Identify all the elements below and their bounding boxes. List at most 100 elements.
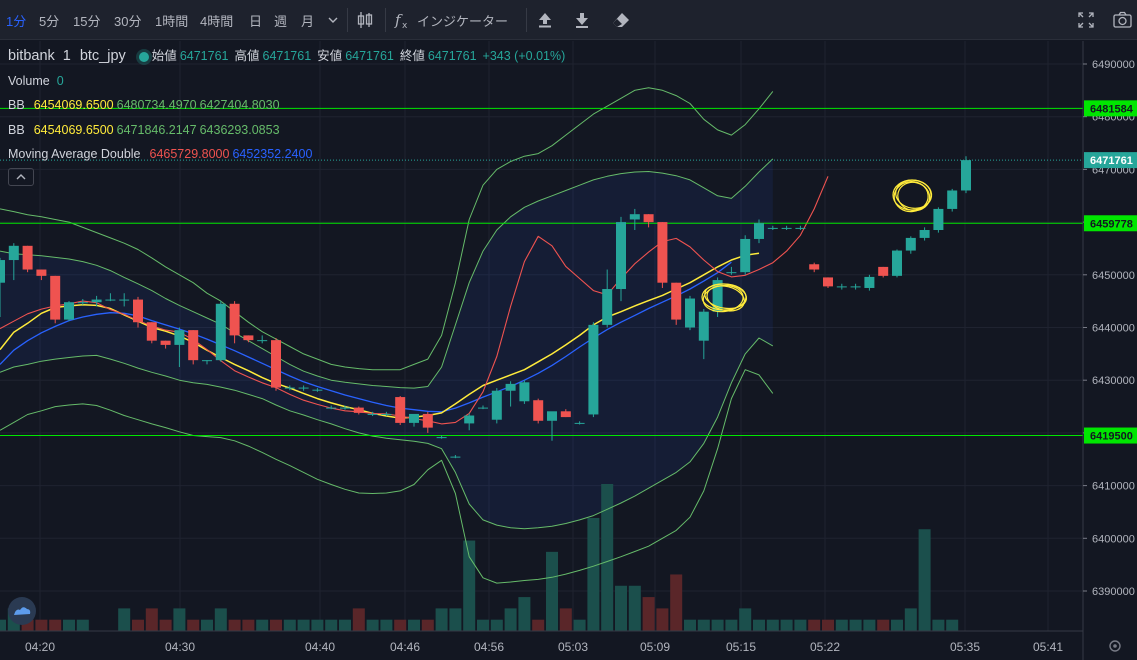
candle-body <box>422 413 433 428</box>
volume-bar <box>711 619 724 631</box>
interval-week[interactable]: 週 <box>274 11 287 30</box>
candle-body <box>409 413 419 423</box>
chevron-down-icon[interactable] <box>323 10 343 30</box>
bb2-basis-value: 6454069.6500 <box>33 122 114 137</box>
candles-icon[interactable] <box>355 10 375 30</box>
volume-bar <box>932 619 945 631</box>
candle-body <box>312 389 323 391</box>
candle-body <box>588 324 599 415</box>
time-tick-label: 05:35 <box>950 640 980 654</box>
price-marker-label: 6419500 <box>1090 431 1133 443</box>
candle-body <box>284 387 295 389</box>
volume-bar <box>366 619 379 631</box>
upload-icon[interactable] <box>535 10 555 30</box>
indicators-button[interactable]: インジケーター <box>417 11 508 30</box>
candle-body <box>8 245 19 261</box>
time-tick-label: 04:30 <box>165 640 195 654</box>
ma-row[interactable]: Moving Average Double 6465729.8000 6452352… <box>8 145 568 170</box>
candle-body <box>395 397 406 423</box>
interval-5m[interactable]: 5分 <box>39 11 59 30</box>
candle-body <box>188 330 199 361</box>
volume-bar <box>256 619 269 631</box>
candle-body <box>119 299 130 301</box>
exchange-name[interactable]: bitbank <box>8 48 55 64</box>
price-tick-label: 6450000 <box>1092 270 1135 282</box>
gear-hub <box>1113 644 1117 648</box>
low-value: 6471761 <box>345 49 394 63</box>
volume-bar <box>615 585 627 631</box>
fullscreen-icon[interactable] <box>1076 10 1096 30</box>
volume-bar <box>490 619 503 631</box>
toolbar-divider <box>526 8 527 32</box>
candle-body <box>864 276 875 288</box>
candle-body <box>353 407 364 413</box>
symbol-name[interactable]: btc_jpy <box>80 48 126 64</box>
volume-bar <box>559 608 572 631</box>
time-tick-label: 05:41 <box>1033 640 1063 654</box>
candle-body <box>781 227 792 229</box>
interval-1h[interactable]: 1時間 <box>155 11 188 30</box>
candle-body <box>629 214 640 220</box>
bb2-row[interactable]: BB 6454069.6500 6471846.2147 6436293.0853 <box>8 121 568 146</box>
candle-body <box>519 382 530 402</box>
candle-body <box>160 340 171 345</box>
candle-body <box>616 222 626 290</box>
price-tick-label: 6490000 <box>1092 59 1135 71</box>
candle-body <box>547 411 557 421</box>
time-tick-label: 04:56 <box>474 640 504 654</box>
time-tick-label: 05:09 <box>640 640 670 654</box>
bb1-row[interactable]: BB 6454069.6500 6480734.4970 6427404.8030 <box>8 96 568 121</box>
interval-4h[interactable]: 4時間 <box>200 11 233 30</box>
volume-bar <box>891 619 903 631</box>
camera-icon[interactable] <box>1112 10 1132 30</box>
download-icon[interactable] <box>572 10 592 30</box>
volume-bar <box>380 619 393 631</box>
price-marker-label: 6471761 <box>1090 155 1133 167</box>
candle-body <box>478 407 488 409</box>
price-axis-panel[interactable] <box>1083 41 1137 660</box>
volume-bar <box>297 619 310 631</box>
ohlc-row: bitbank 1 btc_jpy 始値 6471761 高値 6471761 安値 64717… <box>8 47 568 72</box>
eraser-icon[interactable] <box>611 10 631 30</box>
price-tick-label: 6440000 <box>1092 323 1135 335</box>
candle-body <box>574 422 585 424</box>
price-tick-label: 6390000 <box>1092 586 1135 598</box>
volume-bar <box>35 619 48 631</box>
interval-day[interactable]: 日 <box>249 11 262 30</box>
candle-body <box>505 383 516 391</box>
volume-bar <box>684 619 696 631</box>
volume-bar <box>656 608 669 631</box>
time-tick-label: 05:15 <box>726 640 756 654</box>
legend-collapse-button[interactable] <box>8 168 34 186</box>
volume-bar <box>228 619 241 631</box>
interval-15m[interactable]: 15分 <box>73 11 100 30</box>
volume-value: 0 <box>56 73 64 88</box>
high-label: 高値 <box>234 49 260 63</box>
time-tick-label: 05:03 <box>558 640 588 654</box>
candle-body <box>602 289 613 325</box>
time-tick-label: 04:20 <box>25 640 55 654</box>
candle-body <box>215 303 226 361</box>
toolbar-divider <box>385 8 386 32</box>
interval-month[interactable]: 月 <box>301 11 314 30</box>
volume-bar <box>173 608 186 631</box>
interval-1m[interactable]: 1分 <box>6 11 26 30</box>
low-label: 安値 <box>317 49 343 63</box>
candle-body <box>202 360 212 362</box>
ma-slow-value: 6452352.2400 <box>232 147 313 161</box>
ma-fast-value: 6465729.8000 <box>149 147 230 161</box>
fx-icon[interactable]: fx <box>392 10 412 31</box>
candle-body <box>795 227 806 229</box>
volume-bar <box>794 619 807 631</box>
volume-bar <box>201 619 213 631</box>
volume-bar <box>780 619 793 631</box>
candle-body <box>133 299 143 323</box>
candle-body <box>36 269 47 276</box>
candle-body <box>381 413 392 415</box>
tradingview-logo-icon[interactable] <box>8 597 36 625</box>
bb1-label: BB <box>8 98 25 112</box>
candle-body <box>64 302 74 320</box>
candle-body <box>464 415 475 424</box>
volume-row[interactable]: Volume 0 <box>8 72 568 97</box>
interval-30m[interactable]: 30分 <box>114 11 141 30</box>
